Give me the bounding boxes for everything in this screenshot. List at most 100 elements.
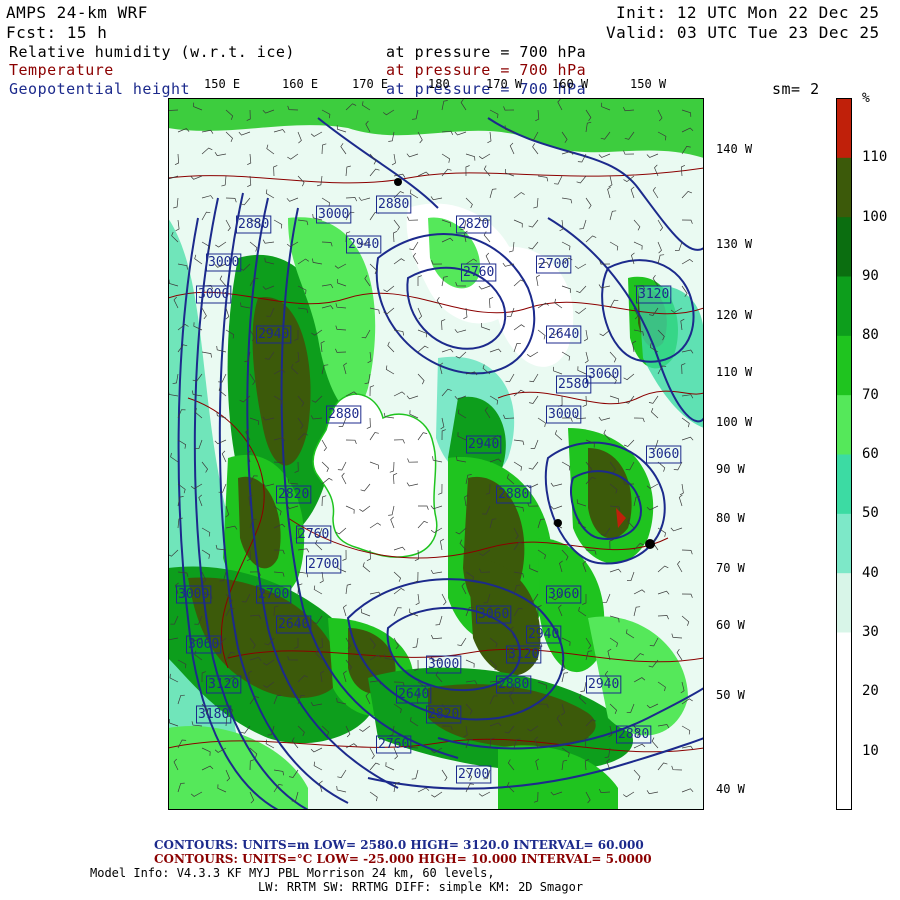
smoothing-label: sm= 2 — [772, 80, 820, 98]
colorbar-label: 20 — [862, 683, 879, 700]
height-contour-label: 2880 — [498, 487, 529, 502]
init-time: Init: 12 UTC Mon 22 Dec 25 — [616, 3, 880, 22]
height-contour-label: 3120 — [208, 677, 239, 692]
height-contour-label: 2580 — [558, 377, 589, 392]
height-contour-label: 2880 — [498, 677, 529, 692]
colorbar-label: 70 — [862, 386, 879, 403]
colorbar-label: 40 — [862, 564, 879, 581]
height-contour-label: 2640 — [548, 327, 579, 342]
colorbar-swatch — [836, 335, 852, 396]
low-center-marker — [554, 519, 562, 527]
lon-tick: 180 — [428, 77, 450, 91]
lon-tick: 90 W — [716, 462, 745, 476]
lon-tick: 130 W — [716, 237, 753, 251]
height-contour-label: 3060 — [188, 637, 219, 652]
lon-tick: 100 W — [716, 415, 753, 429]
height-contour-label: 2820 — [428, 707, 459, 722]
colorbar-swatch — [836, 454, 852, 514]
height-contour-label: 2880 — [378, 197, 409, 212]
height-contour-label: 3000 — [178, 587, 209, 602]
field-height-name: Geopotential height — [9, 80, 191, 98]
colorbar-unit: % — [862, 91, 870, 106]
height-contour-label: 3000 — [198, 287, 229, 302]
low-center-marker — [394, 178, 402, 186]
temperature-contour-summary: CONTOURS: UNITS=°C LOW= -25.000 HIGH= 10… — [154, 852, 652, 866]
colorbar-label: 80 — [862, 327, 879, 344]
colorbar-label: 60 — [862, 446, 879, 462]
height-contour-label: 2940 — [348, 237, 379, 252]
height-contour-label: 3060 — [648, 447, 679, 462]
forecast-hour: Fcst: 15 h — [6, 23, 108, 42]
height-contour-label: 3000 — [208, 255, 239, 270]
height-contour-label: 2700 — [538, 257, 569, 272]
colorbar-swatches — [836, 98, 852, 810]
field-rh-level: at pressure = 700 hPa — [386, 43, 587, 61]
colorbar-swatch — [836, 691, 852, 752]
height-contour-label: 3000 — [318, 207, 349, 222]
height-contour-label: 2820 — [278, 487, 309, 502]
height-contour-label: 2760 — [298, 527, 329, 542]
height-contour-label: 2700 — [258, 587, 289, 602]
colorbar-label: 10 — [862, 742, 879, 759]
height-contour-label: 3000 — [428, 657, 459, 672]
colorbar-label: 90 — [862, 268, 879, 284]
colorbar-swatch — [836, 216, 852, 277]
height-contour-label: 2940 — [528, 627, 559, 642]
lon-tick: 140 W — [716, 142, 753, 156]
valid-time: Valid: 03 UTC Tue 23 Dec 25 — [606, 23, 880, 42]
colorbar-swatch — [836, 513, 852, 574]
height-contour-label: 3000 — [548, 407, 579, 422]
model-title: AMPS 24-km WRF — [6, 3, 148, 22]
height-contour-label: 3120 — [508, 647, 539, 662]
height-contour-label: 2640 — [278, 617, 309, 632]
lon-tick: 40 W — [716, 782, 745, 796]
lon-tick: 80 W — [716, 511, 745, 525]
height-contour-label: 2760 — [378, 737, 409, 752]
colorbar-label: 50 — [862, 505, 879, 522]
height-contour-summary: CONTOURS: UNITS=m LOW= 2580.0 HIGH= 3120… — [154, 838, 644, 852]
lon-tick: 150 E — [204, 77, 241, 91]
lon-tick: 160 W — [552, 77, 589, 91]
height-contour-label: 2700 — [458, 767, 489, 782]
low-center-marker — [645, 539, 655, 549]
colorbar-swatch — [836, 572, 852, 633]
height-contour-label: 2880 — [328, 407, 359, 422]
colorbar-label: 110 — [862, 149, 888, 166]
height-contour-label: 2640 — [398, 687, 429, 702]
height-contour-label: 3180 — [198, 707, 229, 722]
lon-tick: 60 W — [716, 618, 745, 632]
model-info-line-1: Model Info: V4.3.3 KF MYJ PBL Morrison 2… — [90, 866, 495, 880]
colorbar-swatch — [836, 157, 852, 218]
height-contour-label: 3120 — [638, 287, 669, 302]
field-temp-name: Temperature — [9, 61, 114, 79]
height-contour-label: 2880 — [238, 217, 269, 232]
lon-tick: 120 W — [716, 308, 753, 322]
lon-tick: 170 W — [486, 77, 523, 91]
height-contour-label: 2880 — [618, 727, 649, 742]
lon-tick: 170 E — [352, 77, 389, 91]
height-contour-label: 2940 — [588, 677, 619, 692]
model-info-line-2: LW: RRTM SW: RRTMG DIFF: simple KM: 2D S… — [258, 880, 584, 894]
height-contour-label: 2700 — [308, 557, 339, 572]
map-panel: 3000 3000 2880 2940 3000 2940 2880 2820 2760 2700… — [168, 98, 704, 810]
lon-tick: 50 W — [716, 688, 745, 702]
height-contour-label: 3060 — [588, 367, 619, 382]
lon-tick: 110 W — [716, 365, 753, 379]
height-contour-label: 3060 — [478, 607, 509, 622]
lon-tick: 160 E — [282, 77, 319, 91]
lon-tick: 150 W — [630, 77, 667, 91]
height-contour-label: 2940 — [258, 327, 289, 342]
colorbar-swatch — [836, 394, 852, 455]
lon-tick: 70 W — [716, 561, 745, 575]
height-contour-label: 3060 — [548, 587, 579, 602]
colorbar-label: 100 — [862, 208, 888, 225]
colorbar-label: 30 — [862, 624, 879, 640]
field-temp-level: at pressure = 700 hPa — [386, 61, 587, 79]
height-contour-label: 2760 — [463, 265, 494, 280]
height-contour-label: 2940 — [468, 437, 499, 452]
colorbar-swatch — [836, 276, 852, 336]
colorbar-swatch — [836, 632, 852, 692]
height-contour-label: 2820 — [458, 217, 489, 232]
colorbar-swatch — [836, 98, 852, 158]
field-rh-name: Relative humidity (w.r.t. ice) — [9, 43, 295, 61]
